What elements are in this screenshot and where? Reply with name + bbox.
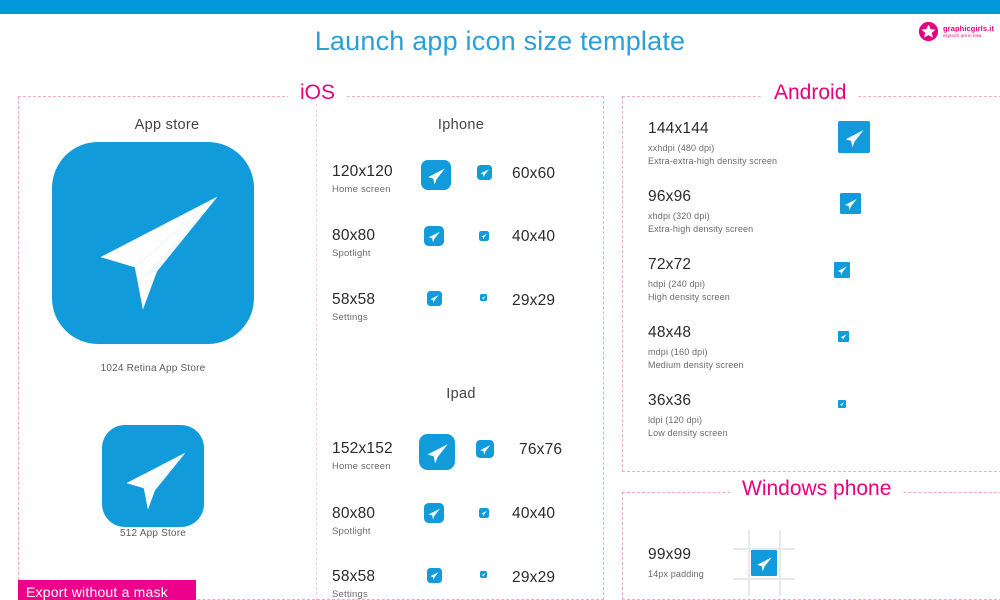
windows-row-1-sub: 14px padding xyxy=(648,569,704,579)
padding-guide-bottom xyxy=(733,578,795,580)
ipad-row-1-left-sub: Home screen xyxy=(332,461,391,472)
android-row-4-desc: Medium density screen xyxy=(648,360,744,371)
paper-plane-icon-76 xyxy=(476,440,494,458)
iphone-row-1-left-sub: Home screen xyxy=(332,184,391,195)
paper-plane-icon-1024 xyxy=(52,142,254,344)
android-row-1-size: 144x144 xyxy=(648,120,709,137)
android-row-3: 72x72 hdpi (240 dpi) High density screen xyxy=(648,256,730,304)
brand-name: graphicgirls.it xyxy=(943,23,995,33)
windows-row-1: 99x99 14px padding xyxy=(648,546,704,581)
ipad-heading: Ipad xyxy=(446,386,476,402)
ios-section-label: iOS xyxy=(288,82,348,103)
template-canvas: Launch app icon size template graphicgir… xyxy=(0,0,1000,600)
windows-row-1-size: 99x99 xyxy=(648,546,692,563)
iphone-row-2-left-sub: Spotlight xyxy=(332,248,371,259)
paper-plane-icon-58 xyxy=(427,291,442,306)
paper-plane-icon-80-ipad xyxy=(424,503,444,523)
android-row-2-dpi: xhdpi (320 dpi) xyxy=(648,211,710,221)
android-section-label: Android xyxy=(762,82,859,103)
android-row-5-size: 36x36 xyxy=(648,392,692,409)
ipad-row-1-right-size: 76x76 xyxy=(519,441,563,458)
ipad-row-3-label: 58x58 Settings xyxy=(332,568,375,600)
iphone-row-2-left-size: 80x80 xyxy=(332,227,376,244)
iphone-heading: Iphone xyxy=(437,117,485,133)
paper-plane-icon-48 xyxy=(838,331,849,342)
android-row-3-desc: High density screen xyxy=(648,292,730,303)
android-row-2: 96x96 xhdpi (320 dpi) Extra-high density… xyxy=(648,188,753,236)
brand-tagline: esprezzi arti in rosa xyxy=(943,32,982,38)
paper-plane-icon-29 xyxy=(480,294,488,302)
paper-plane-icon-36 xyxy=(838,400,846,408)
brand-logo: graphicgirls.it esprezzi arti in rosa xyxy=(918,21,994,42)
paper-plane-icon-40 xyxy=(479,231,489,241)
paper-plane-icon-60 xyxy=(477,165,492,180)
ipad-row-2-left-size: 80x80 xyxy=(332,505,376,522)
android-row-5-dpi: ldpi (120 dpi) xyxy=(648,415,703,425)
windows-section-label: Windows phone xyxy=(730,478,904,499)
paper-plane-icon-99 xyxy=(751,550,777,576)
iphone-row-1-label: 120x120 Home screen xyxy=(332,163,393,195)
iphone-row-1-right-size: 60x60 xyxy=(512,165,556,182)
top-accent-bar xyxy=(0,0,1000,14)
ipad-row-1-left-size: 152x152 xyxy=(332,440,393,457)
iphone-row-3-label: 58x58 Settings xyxy=(332,291,375,323)
android-row-3-dpi: hdpi (240 dpi) xyxy=(648,279,706,289)
iphone-row-3-left-sub: Settings xyxy=(332,312,368,323)
paper-plane-icon-40-ipad xyxy=(479,508,489,518)
appstore-caption-1024: 1024 Retina App Store xyxy=(100,363,206,374)
android-row-2-desc: Extra-high density screen xyxy=(648,224,754,235)
padding-guide-right xyxy=(779,530,781,596)
android-row-4: 48x48 mdpi (160 dpi) Medium density scre… xyxy=(648,324,744,372)
page-title: Launch app icon size template xyxy=(314,26,686,56)
export-note-banner: Export without a mask xyxy=(18,580,196,600)
android-row-2-size: 96x96 xyxy=(648,188,692,205)
ipad-row-2-label: 80x80 Spotlight xyxy=(332,505,375,537)
appstore-caption-512: 512 App Store xyxy=(120,528,186,539)
paper-plane-icon-152 xyxy=(419,434,455,470)
ipad-row-3-right-size: 29x29 xyxy=(512,569,556,586)
iphone-row-3-left-size: 58x58 xyxy=(332,291,376,308)
paper-plane-icon-29-ipad xyxy=(480,571,488,579)
appstore-heading: App store xyxy=(134,117,200,133)
padding-guide-left xyxy=(748,530,750,596)
iphone-row-3-right-size: 29x29 xyxy=(512,292,556,309)
ipad-row-2-right-size: 40x40 xyxy=(512,505,556,522)
iphone-row-2-label: 80x80 Spotlight xyxy=(332,227,375,259)
star-in-circle-logo-icon xyxy=(918,21,939,42)
paper-plane-icon-120 xyxy=(421,160,451,190)
ipad-row-2-left-sub: Spotlight xyxy=(332,526,371,537)
android-row-3-size: 72x72 xyxy=(648,256,692,273)
paper-plane-icon-512 xyxy=(102,425,204,527)
paper-plane-icon-144 xyxy=(838,121,870,153)
iphone-row-2-right-size: 40x40 xyxy=(512,228,556,245)
ipad-row-3-left-sub: Settings xyxy=(332,589,368,600)
paper-plane-icon-72 xyxy=(834,262,850,278)
paper-plane-icon-80 xyxy=(424,226,444,246)
android-row-5: 36x36 ldpi (120 dpi) Low density screen xyxy=(648,392,728,440)
paper-plane-icon-96 xyxy=(840,193,861,214)
ipad-row-1-label: 152x152 Home screen xyxy=(332,440,393,472)
ios-inner-divider xyxy=(316,104,317,600)
android-row-4-dpi: mdpi (160 dpi) xyxy=(648,347,708,357)
android-row-1: 144x144 xxhdpi (480 dpi) Extra-extra-hig… xyxy=(648,120,777,168)
android-row-5-desc: Low density screen xyxy=(648,428,728,439)
android-row-1-desc: Extra-extra-high density screen xyxy=(648,156,778,167)
android-row-4-size: 48x48 xyxy=(648,324,692,341)
iphone-row-1-left-size: 120x120 xyxy=(332,163,393,180)
android-row-1-dpi: xxhdpi (480 dpi) xyxy=(648,143,715,153)
paper-plane-icon-58-ipad xyxy=(427,568,442,583)
ipad-row-3-left-size: 58x58 xyxy=(332,568,376,585)
